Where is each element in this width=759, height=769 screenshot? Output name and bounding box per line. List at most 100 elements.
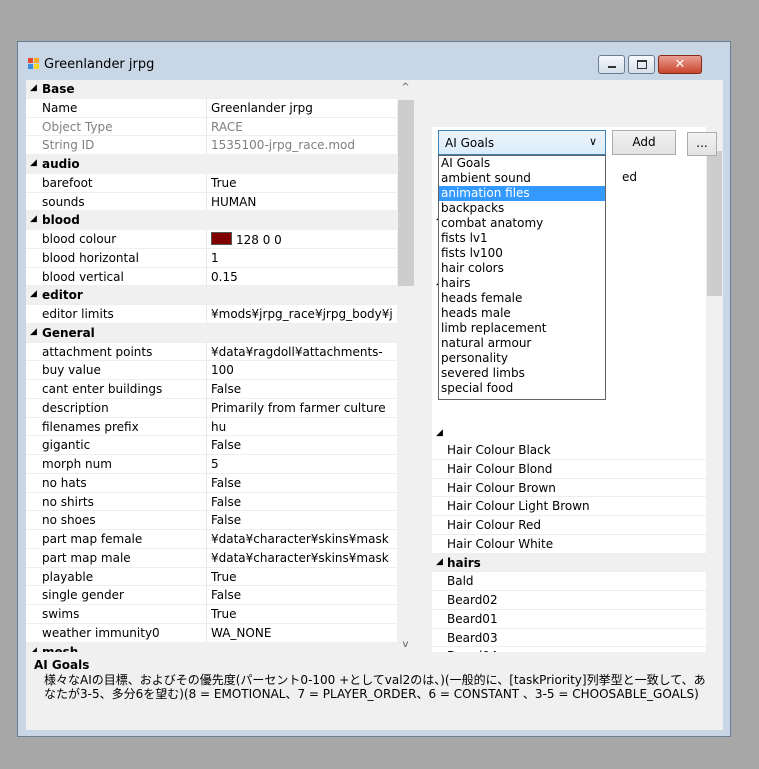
collapse-icon[interactable]: ◢ — [436, 428, 443, 438]
collapse-icon[interactable]: ◢ — [30, 289, 37, 299]
list-item[interactable]: Beard03 — [432, 629, 723, 648]
list-item[interactable]: Hair Colour Red — [432, 516, 723, 535]
property-value[interactable]: RACE — [211, 120, 397, 134]
property-value[interactable]: HUMAN — [211, 195, 397, 209]
dropdown-option[interactable]: combat anatomy — [439, 216, 605, 231]
property-value[interactable]: True — [211, 176, 397, 190]
property-row[interactable]: swims True — [26, 605, 397, 624]
list-item[interactable]: Hair Colour Blond — [432, 460, 723, 479]
property-row[interactable]: buy value 100 — [26, 361, 397, 380]
more-button[interactable]: ... — [687, 132, 717, 156]
dropdown-option[interactable]: fists lv1 — [439, 231, 605, 246]
property-value[interactable]: False — [211, 438, 397, 452]
dropdown-option[interactable]: animation files — [439, 186, 605, 201]
dropdown-option[interactable]: backpacks — [439, 201, 605, 216]
category-row[interactable]: ◢ audio — [26, 155, 397, 174]
property-value[interactable]: False — [211, 588, 397, 602]
property-value[interactable]: ¥data¥ragdoll¥attachments- — [211, 345, 397, 359]
property-row[interactable]: no hats False — [26, 473, 397, 493]
property-value[interactable]: False — [211, 382, 397, 396]
category-row[interactable]: ◢ Base — [26, 80, 397, 99]
property-value[interactable]: ¥mods¥jrpg_race¥jrpg_body¥j — [211, 307, 397, 321]
property-row[interactable]: editor limits ¥mods¥jrpg_race¥jrpg_body¥j — [26, 305, 397, 324]
category-combobox[interactable]: AI Goals ∨ — [438, 130, 606, 155]
scroll-down-icon[interactable]: v — [397, 639, 414, 650]
property-value[interactable]: ¥data¥character¥skins¥mask — [211, 551, 397, 565]
property-value[interactable]: Greenlander jrpg — [211, 101, 397, 115]
property-value[interactable]: 100 — [211, 363, 397, 377]
property-value[interactable]: 0.15 — [211, 270, 397, 284]
maximize-button[interactable] — [628, 55, 655, 74]
property-grid[interactable]: ◢ Base Name Greenlander jrpg Object Type RACE… — [26, 80, 397, 652]
property-row[interactable]: no shoes False — [26, 511, 397, 530]
property-row[interactable]: single gender False — [26, 586, 397, 605]
property-row[interactable]: blood horizontal 1 — [26, 248, 397, 268]
property-value[interactable]: False — [211, 476, 397, 490]
property-row[interactable]: Object Type RACE — [26, 117, 397, 137]
collapse-icon[interactable]: ◢ — [30, 158, 37, 168]
property-row[interactable]: gigantic False — [26, 436, 397, 455]
category-row[interactable]: ◢ blood — [26, 211, 397, 230]
dropdown-option[interactable]: personality — [439, 351, 605, 366]
property-value[interactable]: 1535100-jrpg_race.mod — [211, 138, 397, 152]
collapse-icon[interactable]: ◢ — [30, 646, 37, 653]
scrollbar-thumb[interactable] — [398, 100, 414, 286]
collapse-icon[interactable]: ◢ — [30, 83, 37, 93]
property-row[interactable]: part map male ¥data¥character¥skins¥mask — [26, 548, 397, 568]
list-item[interactable]: Hair Colour Black — [432, 441, 723, 460]
property-value[interactable]: ¥data¥character¥skins¥mask — [211, 532, 397, 546]
property-row[interactable]: part map female ¥data¥character¥skins¥mas… — [26, 530, 397, 549]
collapse-icon[interactable]: ◢ — [30, 214, 37, 224]
dropdown-option[interactable]: limb replacement — [439, 321, 605, 336]
dropdown-option[interactable]: special food — [439, 381, 605, 396]
property-row[interactable]: Name Greenlander jrpg — [26, 98, 397, 118]
category-row[interactable]: ◢ hairs — [432, 553, 723, 573]
dropdown-option[interactable]: severed limbs — [439, 366, 605, 381]
property-row[interactable]: sounds HUMAN — [26, 192, 397, 212]
property-row[interactable]: description Primarily from farmer culture — [26, 398, 397, 418]
property-row[interactable]: cant enter buildings False — [26, 380, 397, 399]
property-value[interactable]: True — [211, 607, 397, 621]
property-row[interactable]: filenames prefix hu — [26, 417, 397, 437]
right-panel-scrollbar[interactable]: ^ — [706, 127, 723, 652]
dropdown-option[interactable]: heads male — [439, 306, 605, 321]
list-item[interactable]: Beard02 — [432, 591, 723, 610]
add-button[interactable]: Add — [612, 130, 676, 155]
property-row[interactable]: String ID 1535100-jrpg_race.mod — [26, 136, 397, 155]
property-row[interactable]: no shirts False — [26, 492, 397, 512]
list-item[interactable]: Bald — [432, 572, 723, 591]
close-button[interactable]: ✕ — [658, 55, 702, 74]
property-row[interactable]: morph num 5 — [26, 455, 397, 474]
list-item[interactable]: Beard01 — [432, 610, 723, 629]
dropdown-option[interactable]: natural armour — [439, 336, 605, 351]
scrollbar-thumb[interactable] — [707, 151, 722, 296]
property-row[interactable]: barefoot True — [26, 173, 397, 193]
property-value[interactable]: hu — [211, 420, 397, 434]
dropdown-option[interactable]: fists lv100 — [439, 246, 605, 261]
title-bar[interactable]: Greenlander jrpg ✕ — [18, 42, 730, 79]
collapse-icon[interactable]: ◢ — [30, 327, 37, 337]
list-item[interactable]: Hair Colour White — [432, 535, 723, 554]
property-row[interactable]: blood colour 128 0 0 — [26, 230, 397, 249]
category-row[interactable]: ◢ General — [26, 323, 397, 343]
property-value[interactable]: 5 — [211, 457, 397, 471]
minimize-button[interactable] — [598, 55, 625, 74]
dropdown-option[interactable]: AI Goals — [439, 156, 605, 171]
property-row[interactable]: attachment points ¥data¥ragdoll¥attachmen… — [26, 342, 397, 362]
dropdown-option[interactable]: hairs — [439, 276, 605, 291]
category-row[interactable]: ◢ mesh — [26, 642, 397, 653]
property-value[interactable]: False — [211, 513, 397, 527]
property-value[interactable]: 128 0 0 — [211, 232, 397, 247]
property-row[interactable]: blood vertical 0.15 — [26, 267, 397, 287]
property-row[interactable]: weather immunity0 WA_NONE — [26, 623, 397, 643]
property-row[interactable]: playable True — [26, 567, 397, 587]
dropdown-option[interactable]: hair colors — [439, 261, 605, 276]
property-grid-scrollbar[interactable]: ^ v — [397, 80, 415, 652]
scroll-up-icon[interactable]: ^ — [397, 82, 414, 93]
property-value[interactable]: False — [211, 495, 397, 509]
property-value[interactable]: WA_NONE — [211, 626, 397, 640]
list-item[interactable]: Beard04 — [432, 647, 723, 652]
property-value[interactable]: 1 — [211, 251, 397, 265]
property-value[interactable]: True — [211, 570, 397, 584]
collapse-icon[interactable]: ◢ — [436, 557, 443, 567]
